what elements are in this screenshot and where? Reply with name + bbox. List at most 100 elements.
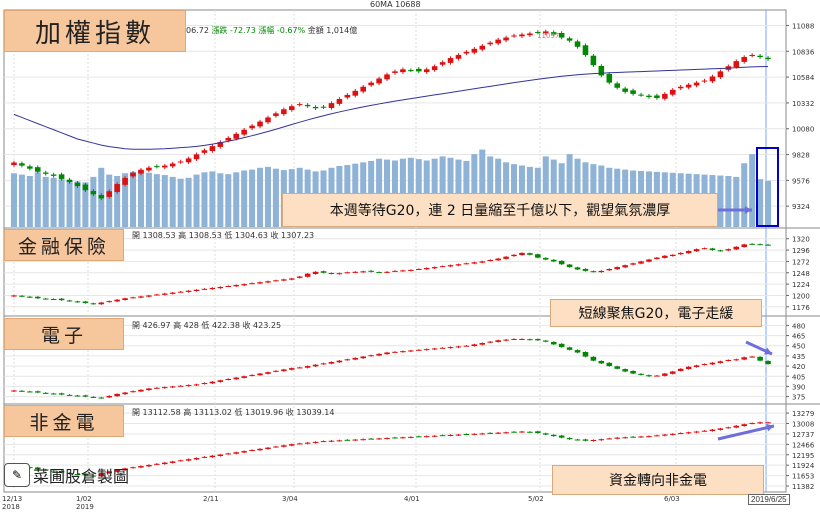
candle-body — [693, 249, 700, 252]
y-tick-label: 13279 — [792, 410, 814, 418]
volume-bar — [185, 177, 192, 227]
candle-body — [66, 300, 73, 302]
candle-body — [328, 103, 335, 108]
candle-body — [431, 348, 438, 350]
volume-bar — [201, 172, 208, 227]
volume-bar — [145, 172, 152, 227]
candle-body — [566, 264, 573, 268]
y-tick-label: 375 — [792, 394, 805, 402]
candle-body — [662, 255, 668, 258]
candle-body — [495, 39, 501, 44]
candle-body — [27, 391, 33, 393]
candle-body — [90, 396, 97, 398]
candle-body — [392, 351, 398, 353]
candle-body — [638, 94, 644, 96]
volume-bar — [169, 176, 176, 227]
candle-body — [154, 387, 160, 389]
candle-body — [392, 71, 398, 73]
candle-body — [320, 106, 327, 108]
candle-body — [416, 436, 422, 438]
candle-body — [598, 439, 605, 441]
candle-body — [662, 93, 668, 99]
candle-body — [662, 434, 668, 436]
candle-body — [328, 440, 335, 442]
candle-body — [138, 466, 144, 468]
candle-body — [408, 269, 414, 271]
volume-bar — [725, 175, 732, 227]
candle-body — [11, 162, 17, 166]
candle-body — [519, 431, 525, 433]
candle-body — [185, 459, 192, 461]
candle-body — [312, 271, 319, 274]
candle-body — [209, 381, 216, 384]
y-tick-label: 11088 — [792, 22, 814, 30]
candle-body — [741, 424, 747, 427]
candle-body — [66, 179, 73, 182]
candle-body — [344, 439, 351, 441]
candle-body — [622, 369, 628, 372]
candle-body — [439, 266, 446, 268]
candle-body — [42, 392, 49, 394]
candle-body — [106, 301, 112, 303]
candle-body — [558, 260, 565, 265]
candle-body — [98, 302, 105, 305]
candle-body — [400, 437, 406, 439]
candle-body — [201, 288, 208, 290]
candle-body — [185, 385, 192, 387]
candle-body — [209, 287, 216, 290]
y-tick-label: 1200 — [792, 292, 810, 300]
panel-title-taiex: 加權指數 — [4, 10, 186, 52]
candle-body — [58, 393, 65, 395]
x-tick-label: 2018 — [2, 503, 20, 511]
x-tick-label: 12/13 — [2, 495, 22, 503]
candle-body — [725, 427, 732, 429]
candle-body — [336, 273, 343, 275]
candle-body — [146, 388, 152, 391]
candle-body — [122, 177, 128, 185]
candle-body — [749, 423, 755, 425]
candle-body — [162, 387, 168, 389]
candle-body — [590, 439, 597, 442]
candle-body — [503, 432, 509, 434]
candle-body — [169, 386, 176, 388]
y-tick-label: 9828 — [792, 152, 810, 160]
candle-body — [50, 393, 57, 395]
candle-body — [590, 356, 597, 361]
candle-body — [765, 360, 771, 365]
candle-body — [392, 270, 398, 272]
candle-body — [471, 344, 478, 347]
candle-body — [693, 431, 700, 433]
candle-body — [177, 291, 184, 293]
y-tick-label: 1248 — [792, 270, 810, 278]
candle-body — [249, 374, 255, 376]
candle-body — [757, 356, 763, 361]
candle-body — [312, 106, 319, 109]
y-tick-label: 12466 — [792, 441, 815, 449]
candle-body — [447, 58, 454, 63]
candle-body — [447, 265, 454, 267]
candle-body — [447, 434, 454, 436]
candle-body — [257, 121, 263, 127]
y-tick-label: 10836 — [792, 48, 815, 56]
volume-bar — [233, 172, 240, 227]
candle-body — [122, 298, 128, 300]
candle-body — [11, 295, 17, 297]
candle-body — [495, 258, 501, 261]
candle-body — [193, 289, 200, 292]
candle-body — [408, 350, 414, 352]
candle-body — [304, 273, 311, 277]
candle-body — [177, 385, 184, 387]
candle-body — [19, 390, 25, 392]
candle-body — [312, 364, 319, 367]
y-tick-label: 12737 — [792, 431, 814, 439]
candle-body — [360, 271, 366, 273]
candle-body — [400, 351, 406, 353]
candle-body — [614, 83, 620, 88]
ma-legend: 60MA 10688 — [370, 0, 421, 9]
candle-body — [162, 165, 168, 168]
candle-body — [35, 296, 41, 299]
candle-body — [685, 366, 692, 370]
candle-body — [273, 280, 279, 282]
volume-bar — [217, 173, 224, 227]
candle-body — [35, 167, 41, 172]
